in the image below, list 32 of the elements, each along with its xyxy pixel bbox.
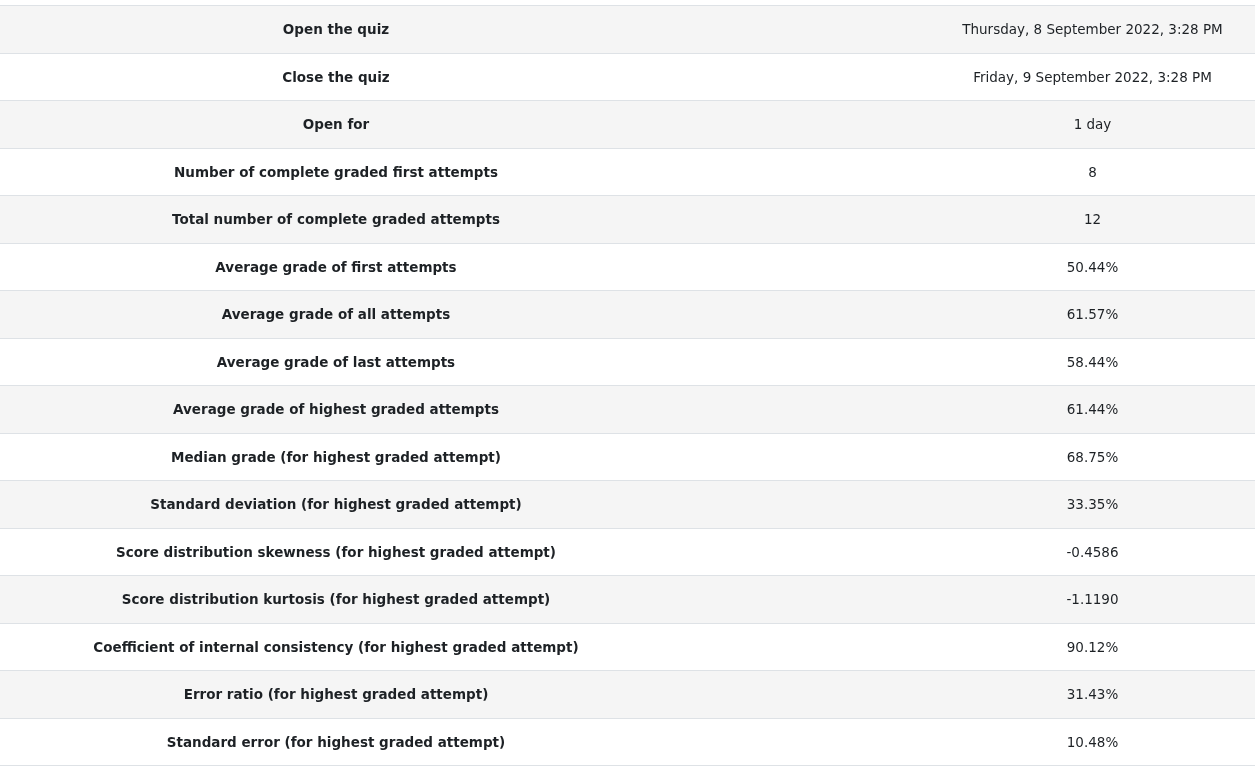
row-value: 31.43% [1066, 686, 1119, 703]
row-value: 8 [1088, 163, 1097, 180]
row-label: Average grade of first attempts [215, 258, 457, 275]
row-label: Score distribution kurtosis (for highest graded attempt) [121, 591, 551, 608]
row-label: Standard error (for highest graded attempt) [166, 733, 506, 750]
row-label: Average grade of highest graded attempts [173, 401, 499, 418]
row-label: Close the quiz [282, 68, 390, 85]
row-value: 58.44% [1066, 353, 1119, 370]
row-label: Average grade of last attempts [216, 353, 456, 370]
row-label: Standard deviation (for highest graded attempt) [150, 496, 522, 513]
row-label: Average grade of all attempts [221, 306, 451, 323]
row-value: 61.57% [1066, 306, 1119, 323]
row-label: Error ratio (for highest graded attempt) [183, 686, 489, 703]
row-label: Open the quiz [282, 21, 390, 38]
row-value: 33.35% [1066, 496, 1119, 513]
row-value: 10.48% [1066, 733, 1119, 750]
row-label: Median grade (for highest graded attempt) [171, 448, 501, 465]
row-value: Friday, 9 September 2022, 3:28 PM [973, 68, 1212, 85]
row-value: 1 day [1073, 116, 1112, 133]
row-value: 50.44% [1066, 258, 1119, 275]
row-label: Total number of complete graded attempts [172, 211, 500, 228]
row-value: -1.1190 [1066, 591, 1119, 608]
row-label: Number of complete graded first attempts [174, 163, 498, 180]
row-value: Thursday, 8 September 2022, 3:28 PM [962, 21, 1223, 38]
row-value: 90.12% [1066, 638, 1119, 655]
row-label: Score distribution skewness (for highest graded attempt) [116, 543, 556, 560]
row-value: 61.44% [1066, 401, 1119, 418]
row-label: Open for [302, 116, 370, 133]
row-value: 68.75% [1066, 448, 1119, 465]
row-value: 12 [1083, 211, 1102, 228]
row-value: -0.4586 [1066, 543, 1119, 560]
row-label: Coefficient of internal consistency (for highest graded attempt) [93, 638, 579, 655]
